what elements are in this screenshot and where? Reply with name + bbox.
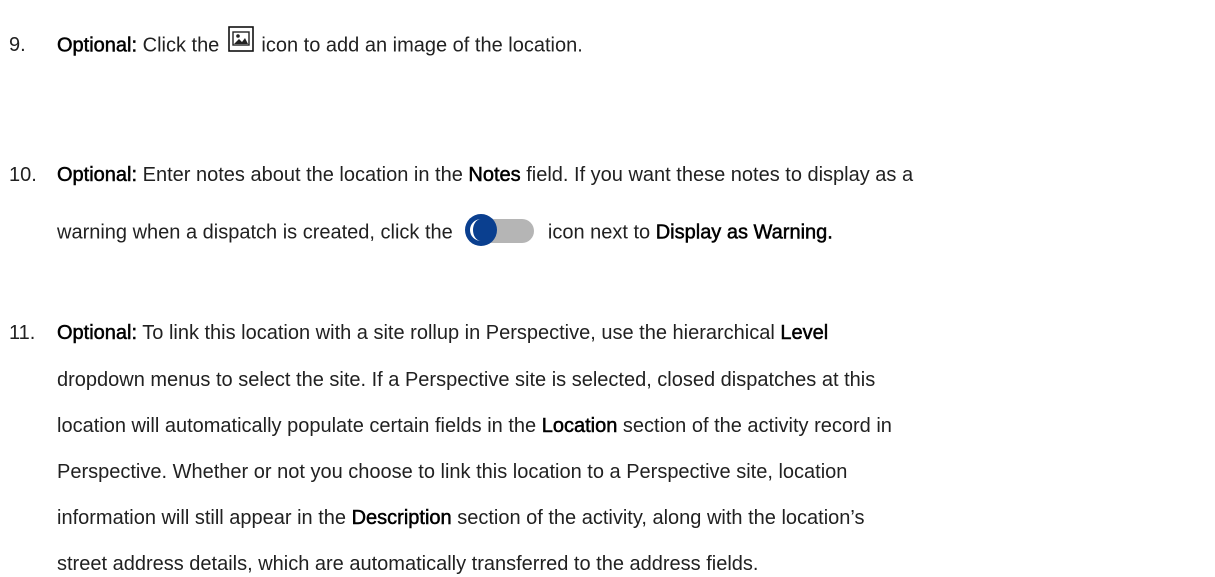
optional-label: Optional: bbox=[57, 164, 138, 187]
step-line: information will still appear in the Des… bbox=[57, 506, 864, 530]
step-number: 9. bbox=[9, 34, 26, 56]
image-icon bbox=[228, 26, 254, 52]
step-line: street address details, which are automa… bbox=[57, 552, 758, 576]
step-text: Perspective. Whether or not you choose t… bbox=[57, 461, 848, 483]
step-line: location will automatically populate cer… bbox=[57, 414, 892, 438]
step-line: Optional: To link this location with a s… bbox=[57, 321, 829, 345]
step-line: Optional: Click the icon to add an image… bbox=[57, 26, 583, 59]
step-line: Perspective. Whether or not you choose t… bbox=[57, 460, 847, 484]
step-line: Optional: Enter notes about the location… bbox=[57, 163, 913, 187]
level-label: Level bbox=[780, 322, 829, 345]
document-page: { "steps": [ { "number": "9.", "lines": … bbox=[0, 0, 1215, 577]
toggle-switch-icon bbox=[464, 213, 536, 247]
step-number: 10. bbox=[9, 164, 37, 186]
step-text: Click the bbox=[137, 34, 225, 57]
step-text: icon next to bbox=[542, 221, 656, 244]
step-line: warning when a dispatch is created, clic… bbox=[57, 213, 833, 250]
notes-label: Notes bbox=[468, 164, 521, 187]
step-text: street address details, which are automa… bbox=[57, 553, 759, 575]
description-label: Description bbox=[351, 507, 452, 530]
display-as-warning-label: Display as Warning. bbox=[655, 221, 833, 244]
step-text: Enter notes about the location in the bbox=[137, 164, 469, 186]
step-text: To link this location with a site rollup… bbox=[137, 322, 781, 344]
step-line: dropdown menus to select the site. If a … bbox=[57, 368, 875, 392]
step-text: information will still appear in the bbox=[57, 507, 352, 529]
optional-label: Optional: bbox=[57, 322, 138, 345]
step-text: section of the activity record in bbox=[617, 415, 892, 437]
step-text: dropdown menus to select the site. If a … bbox=[57, 369, 876, 391]
step-text: location will automatically populate cer… bbox=[57, 415, 542, 437]
step-text: warning when a dispatch is created, clic… bbox=[57, 221, 459, 244]
location-label: Location bbox=[541, 415, 618, 438]
optional-label: Optional: bbox=[57, 34, 138, 57]
step-number: 11. bbox=[9, 322, 36, 344]
step-text: icon to add an image of the location. bbox=[255, 34, 583, 57]
step-text: field. If you want these notes to displa… bbox=[520, 164, 914, 186]
step-text: section of the activity, along with the … bbox=[451, 507, 865, 529]
